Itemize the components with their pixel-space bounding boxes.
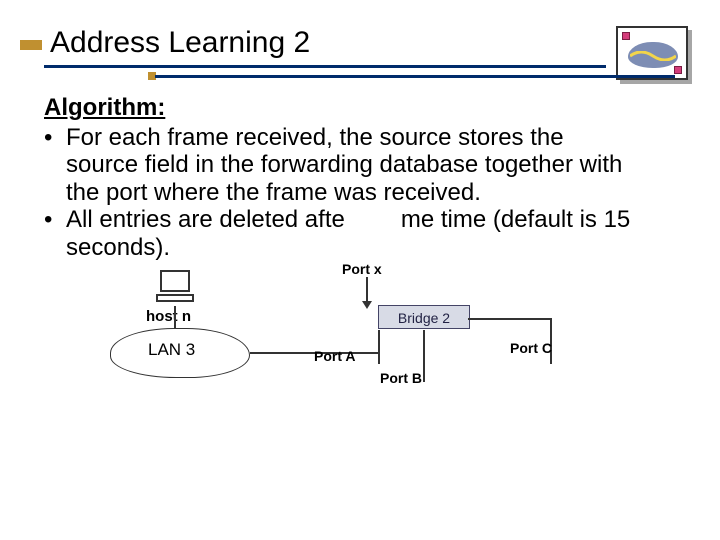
connector-line xyxy=(468,318,552,320)
bullet-item: • All entries are deleted afteme time (d… xyxy=(44,206,639,261)
port-x-label: Port x xyxy=(342,261,382,277)
bullet-text: All entries are deleted afteme time (def… xyxy=(66,206,639,261)
bullet-marker: • xyxy=(44,206,66,261)
bullet-item: • For each frame received, the source st… xyxy=(44,124,639,207)
slide-title: Address Learning 2 xyxy=(50,26,310,60)
algorithm-heading: Algorithm: xyxy=(44,94,639,122)
connector-line xyxy=(378,330,380,364)
title-underline xyxy=(44,65,606,68)
monitor-icon xyxy=(160,270,190,292)
lan-label: LAN 3 xyxy=(148,340,195,360)
network-logo-icon xyxy=(616,26,688,80)
connector-line xyxy=(423,330,425,382)
square-icon xyxy=(674,66,682,74)
network-diagram: host n LAN 3 Port x Bridge 2 Port A Port… xyxy=(110,270,640,400)
port-a-label: Port A xyxy=(314,348,355,364)
connector-line xyxy=(174,306,176,330)
bullet-marker: • xyxy=(44,124,66,207)
host-label: host n xyxy=(146,308,191,325)
square-icon xyxy=(622,32,630,40)
port-b-label: Port B xyxy=(380,370,422,386)
port-c-label: Port C xyxy=(510,340,552,356)
body-content: Algorithm: • For each frame received, th… xyxy=(44,94,639,262)
bullet-text: For each frame received, the source stor… xyxy=(66,124,639,207)
keyboard-icon xyxy=(156,294,194,302)
body-underline xyxy=(155,75,675,78)
wave-icon xyxy=(630,51,676,61)
title-area: Address Learning 2 xyxy=(0,18,720,68)
bridge-box: Bridge 2 xyxy=(378,305,470,329)
slide: Address Learning 2 Algorithm: • For each… xyxy=(0,0,720,540)
bullet2-pre: All entries are deleted afte xyxy=(66,206,345,233)
arrow-down-icon xyxy=(366,277,368,307)
computer-icon xyxy=(154,270,198,304)
title-accent-bar xyxy=(20,40,42,50)
